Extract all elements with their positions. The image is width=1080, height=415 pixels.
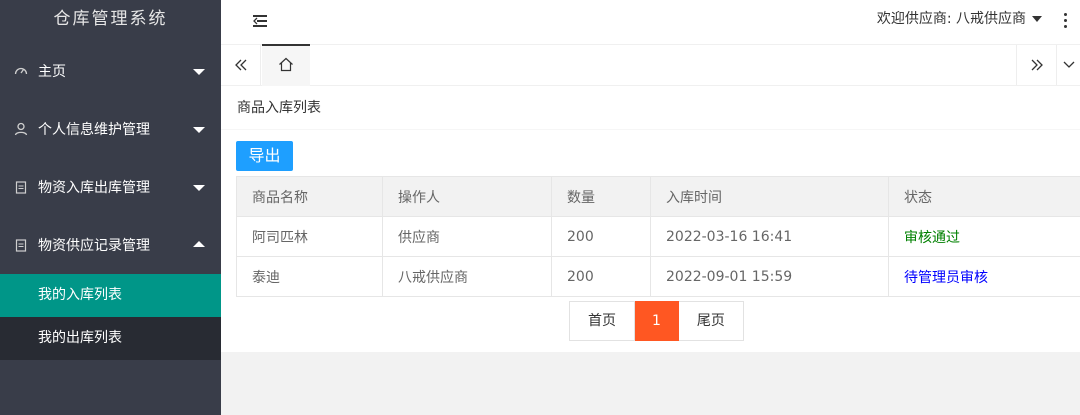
user-menu[interactable]: 欢迎供应商: 八戒供应商 — [877, 0, 1042, 40]
welcome-text: 欢迎供应商: 八戒供应商 — [876, 11, 1026, 27]
tab-bar — [221, 44, 1080, 86]
sidebar-group-label: 物资供应记录管理 — [38, 238, 150, 254]
sidebar-group-label: 个人信息维护管理 — [38, 122, 150, 138]
current-page-button[interactable]: 1 — [635, 301, 679, 341]
sidebar-submenu: 我的入库列表 我的出库列表 — [0, 274, 221, 360]
sidebar-group-supply-records[interactable]: 物资供应记录管理 — [0, 216, 221, 274]
sidebar-group-personal-info[interactable]: 个人信息维护管理 — [0, 100, 221, 158]
column-header[interactable]: 入库时间 — [650, 176, 889, 217]
table-header-row: 商品名称 操作人 数量 入库时间 状态 — [236, 176, 1080, 217]
chevron-down-icon[interactable] — [1056, 45, 1080, 85]
column-header[interactable]: 数量 — [551, 176, 651, 217]
pagination: 首页 1 尾页 — [569, 301, 744, 341]
inbound-time-cell: 2022-03-16 16:41 — [650, 216, 889, 257]
chevron-down-icon — [193, 185, 205, 191]
inbound-table: 商品名称 操作人 数量 入库时间 状态 阿司匹林 供应商 200 2022-03… — [236, 176, 1080, 297]
inbound-time-cell: 2022-09-01 15:59 — [650, 256, 889, 297]
product-name-cell: 阿司匹林 — [236, 216, 383, 257]
page-title: 商品入库列表 — [221, 86, 1080, 130]
sidebar-item-my-outbound-list[interactable]: 我的出库列表 — [0, 317, 221, 360]
app-title: 仓库管理系统 — [53, 9, 168, 29]
operator-cell: 供应商 — [382, 216, 552, 257]
sidebar-group-label: 主页 — [38, 64, 66, 80]
inbound-list-card: 商品入库列表 导出 商品名称 操作人 数量 入库时间 状态 阿司匹林 供应商 2… — [221, 86, 1080, 352]
status-cell: 待管理员审核 — [888, 256, 1080, 297]
double-chevron-left-icon[interactable] — [221, 45, 261, 85]
column-header[interactable]: 状态 — [888, 176, 1080, 217]
double-chevron-right-icon[interactable] — [1016, 45, 1056, 85]
product-name-cell: 泰迪 — [236, 256, 383, 297]
sidebar-group-home[interactable]: 主页 — [0, 42, 221, 100]
menu-toggle-icon[interactable] — [249, 10, 271, 32]
sidebar-group-label: 物资入库出库管理 — [38, 180, 150, 196]
sidebar-item-my-inbound-list[interactable]: 我的入库列表 — [0, 274, 221, 317]
tab-home[interactable] — [262, 44, 310, 86]
caret-down-icon — [1032, 16, 1042, 22]
first-page-button[interactable]: 首页 — [569, 301, 635, 341]
quantity-cell: 200 — [551, 216, 651, 257]
last-page-button[interactable]: 尾页 — [678, 301, 744, 341]
document-icon — [12, 238, 30, 252]
table-row[interactable]: 阿司匹林 供应商 200 2022-03-16 16:41 审核通过 — [236, 216, 1080, 257]
content-area: 商品入库列表 导出 商品名称 操作人 数量 入库时间 状态 阿司匹林 供应商 2… — [221, 86, 1080, 415]
sidebar: 仓库管理系统 主页 个人信息维护管理 物资入库出库管理 物资供应记录管理 我的入… — [0, 0, 221, 415]
sidebar-group-stock-in-out[interactable]: 物资入库出库管理 — [0, 158, 221, 216]
chevron-down-icon — [193, 69, 205, 75]
status-cell: 审核通过 — [888, 216, 1080, 257]
home-icon — [278, 57, 294, 76]
more-vertical-icon[interactable] — [1058, 10, 1072, 30]
column-header[interactable]: 操作人 — [382, 176, 552, 217]
operator-cell: 八戒供应商 — [382, 256, 552, 297]
column-header[interactable]: 商品名称 — [236, 176, 383, 217]
chevron-down-icon — [193, 127, 205, 133]
export-button[interactable]: 导出 — [236, 141, 293, 171]
table-row[interactable]: 泰迪 八戒供应商 200 2022-09-01 15:59 待管理员审核 — [236, 256, 1080, 297]
top-header: 欢迎供应商: 八戒供应商 — [221, 0, 1080, 44]
chevron-up-icon — [193, 241, 205, 247]
dashboard-icon — [12, 64, 30, 78]
quantity-cell: 200 — [551, 256, 651, 297]
user-icon — [12, 122, 30, 136]
document-icon — [12, 180, 30, 194]
